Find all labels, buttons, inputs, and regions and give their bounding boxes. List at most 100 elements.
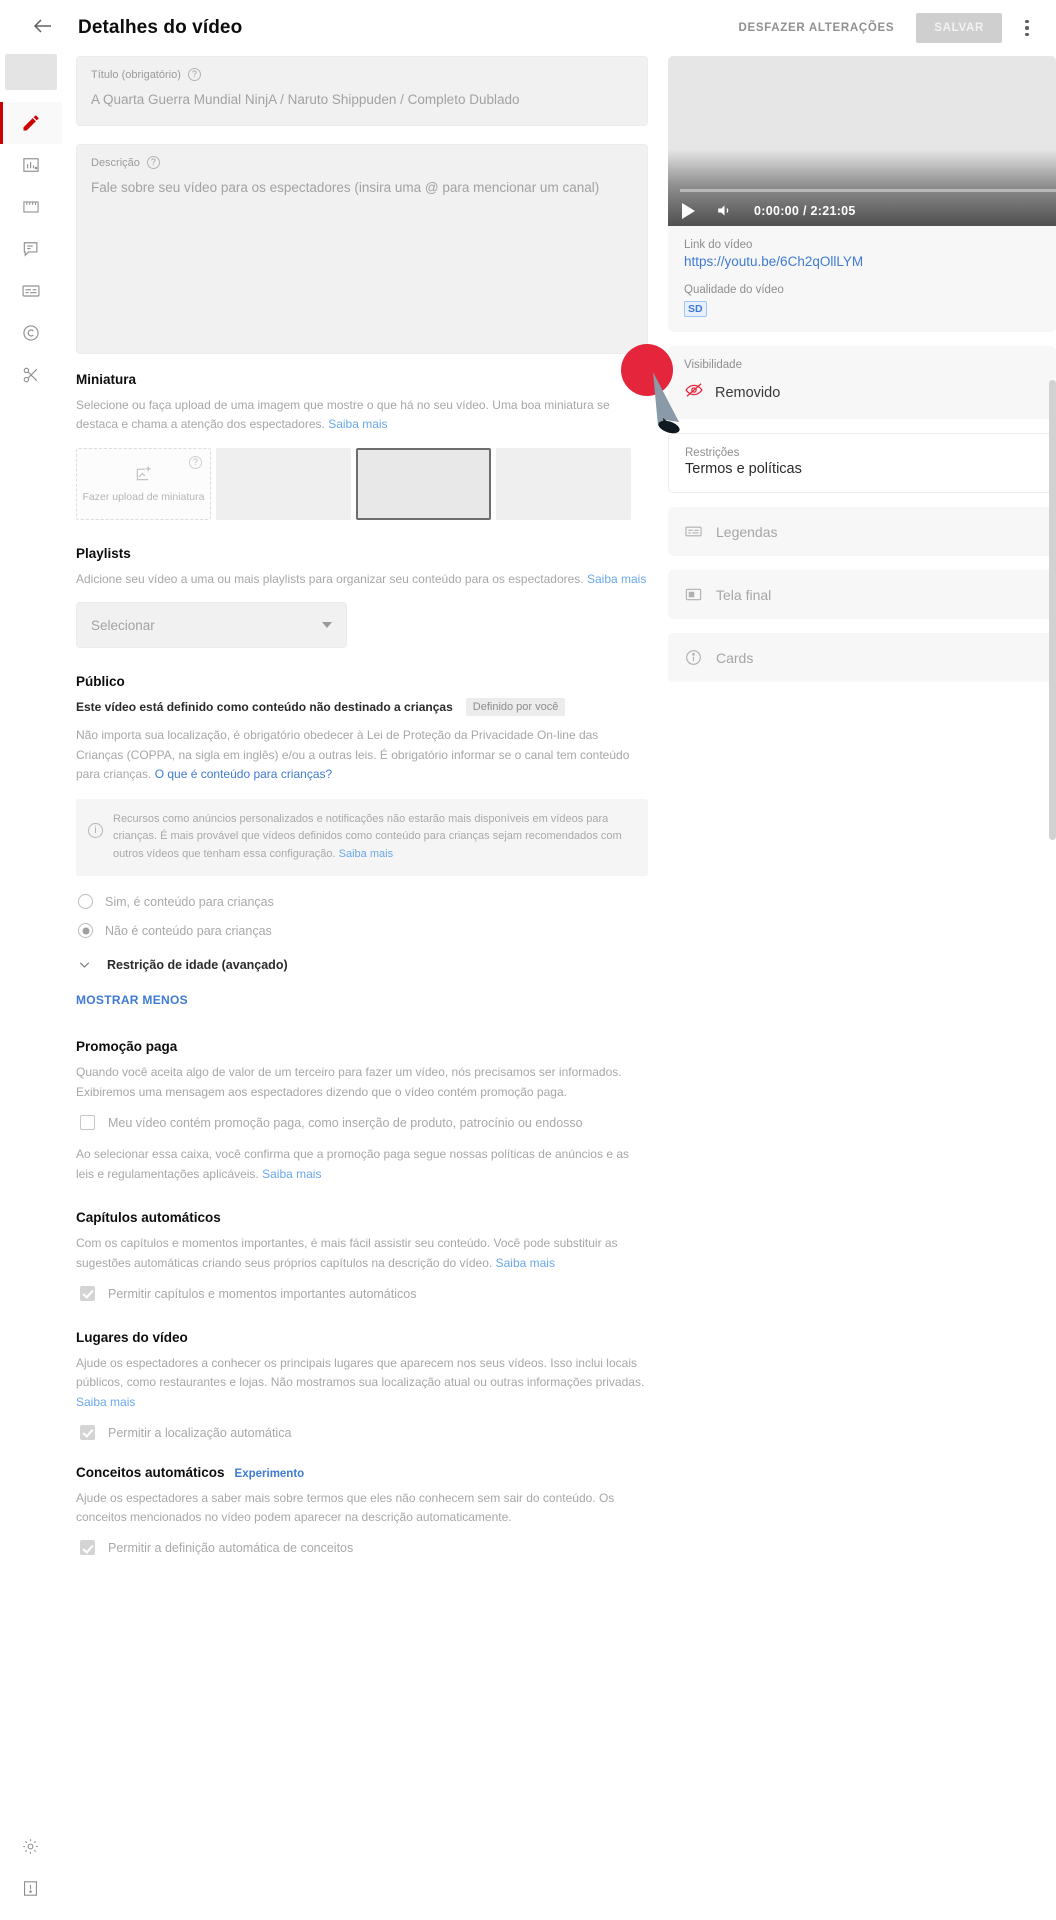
volume-icon[interactable] bbox=[715, 201, 734, 220]
visibility-value-row[interactable]: Removido bbox=[668, 380, 1056, 419]
auto-chapters-heading: Capítulos automáticos bbox=[76, 1210, 221, 1226]
player-controls: 0:00:00 / 2:21:05 bbox=[682, 201, 856, 220]
title-field[interactable]: Título (obrigatório) ? A Quarta Guerra M… bbox=[76, 56, 648, 126]
age-restriction-toggle[interactable]: Restrição de idade (avançado) bbox=[76, 956, 648, 973]
sidebar-item-comments[interactable] bbox=[0, 228, 62, 270]
visibility-label: Visibilidade bbox=[684, 359, 742, 371]
video-player[interactable]: 0:00:00 / 2:21:05 bbox=[668, 56, 1056, 226]
audience-info-link[interactable]: Saiba mais bbox=[339, 848, 393, 860]
thumbnail-option-selected[interactable] bbox=[356, 447, 491, 520]
page-header: Detalhes do vídeo DESFAZER ALTERAÇÕES SA… bbox=[33, 0, 1056, 56]
description-field[interactable]: Descrição ? Fale sobre seu vídeo para os… bbox=[76, 144, 648, 354]
sidebar-item-analytics[interactable] bbox=[0, 144, 62, 186]
side-item-end-screen-label: Tela final bbox=[716, 586, 772, 603]
checkbox-checked[interactable] bbox=[80, 1425, 95, 1440]
cards-info-icon bbox=[684, 648, 703, 667]
play-icon[interactable] bbox=[682, 202, 695, 219]
radio-kids-yes[interactable]: Sim, é conteúdo para crianças bbox=[76, 894, 648, 910]
visibility-label-wrap: Visibilidade bbox=[668, 346, 1056, 380]
sidebar-item-send-feedback[interactable] bbox=[0, 1868, 62, 1910]
restrictions-card[interactable]: Restrições Termos e políticas bbox=[668, 433, 1056, 493]
radio-button-checked[interactable] bbox=[78, 923, 93, 939]
help-icon[interactable]: ? bbox=[189, 455, 202, 469]
radio-kids-yes-label: Sim, é conteúdo para crianças bbox=[105, 894, 274, 909]
playlists-description-text: Adicione seu vídeo a uma ou mais playlis… bbox=[76, 571, 584, 586]
playlist-select-value: Selecionar bbox=[91, 617, 155, 633]
side-item-cards[interactable]: Cards bbox=[668, 633, 1056, 682]
checkbox-checked[interactable] bbox=[80, 1286, 95, 1302]
audience-info-text: Recursos como anúncios personalizados e … bbox=[113, 811, 634, 864]
sidebar-item-copyright[interactable] bbox=[0, 312, 62, 354]
arrow-left-icon bbox=[31, 14, 55, 43]
end-screen-card[interactable]: Tela final bbox=[668, 570, 1056, 619]
checkbox-checked[interactable] bbox=[80, 1540, 95, 1556]
restrictions-value: Termos e políticas bbox=[685, 461, 802, 477]
audience-status-badge: Definido por você bbox=[465, 698, 566, 717]
back-button[interactable] bbox=[30, 15, 56, 41]
upload-thumbnail-button[interactable]: ? Fazer upload de miniatura bbox=[76, 447, 211, 520]
checkbox-unchecked[interactable] bbox=[80, 1114, 95, 1130]
show-less-button[interactable]: MOSTRAR MENOS bbox=[76, 993, 648, 1007]
sidebar-item-subtitles[interactable] bbox=[0, 270, 62, 312]
auto-concepts-heading: Conceitos automáticos bbox=[76, 1464, 225, 1480]
left-sidebar bbox=[0, 0, 62, 1920]
playlists-description: Adicione seu vídeo a uma ou mais playlis… bbox=[76, 570, 648, 589]
auto-chapters-checkbox-row[interactable]: Permitir capítulos e momentos importante… bbox=[76, 1286, 648, 1304]
visibility-card[interactable]: Visibilidade Removido bbox=[668, 346, 1056, 419]
sidebar-item-details[interactable] bbox=[0, 102, 62, 144]
page-title: Detalhes do vídeo bbox=[78, 17, 243, 38]
side-item-cards-label: Cards bbox=[716, 649, 754, 666]
page-scrollbar[interactable] bbox=[1049, 380, 1056, 840]
player-progress-bar[interactable] bbox=[680, 189, 1056, 192]
auto-chapters-checkbox-label: Permitir capítulos e momentos importante… bbox=[108, 1287, 417, 1302]
thumbnail-learn-more-link[interactable]: Saiba mais bbox=[328, 417, 387, 431]
audience-legal-link[interactable]: O que é conteúdo para crianças? bbox=[155, 767, 332, 781]
help-icon[interactable]: ? bbox=[146, 156, 160, 169]
audience-info-panel: i Recursos como anúncios personalizados … bbox=[76, 798, 648, 877]
visibility-value: Removido bbox=[715, 384, 781, 401]
video-places-description-text: Ajude os espectadores a conhecer os prin… bbox=[76, 1355, 645, 1390]
paid-promotion-heading: Promoção paga bbox=[76, 1039, 178, 1055]
video-places-checkbox-row[interactable]: Permitir a localização automática bbox=[76, 1425, 648, 1443]
undo-changes-button[interactable]: DESFAZER ALTERAÇÕES bbox=[728, 14, 904, 42]
age-restriction-label: Restrição de idade (avançado) bbox=[107, 957, 288, 972]
subtitles-card[interactable]: Legendas bbox=[668, 507, 1056, 556]
sidebar-item-settings[interactable] bbox=[0, 1826, 62, 1868]
playlist-select[interactable]: Selecionar bbox=[76, 602, 347, 649]
auto-concepts-checkbox-label: Permitir a definição automática de conce… bbox=[108, 1541, 354, 1556]
paid-promotion-checkbox-row[interactable]: Meu vídeo contém promoção paga, como ins… bbox=[76, 1114, 648, 1133]
thumbnail-option[interactable] bbox=[216, 447, 351, 520]
paid-promotion-footnote-link[interactable]: Saiba mais bbox=[262, 1167, 321, 1181]
comment-icon bbox=[21, 239, 41, 259]
kebab-menu-icon[interactable] bbox=[1014, 15, 1040, 41]
thumbnail-option[interactable] bbox=[496, 447, 631, 520]
description-placeholder: Fale sobre seu vídeo para os espectadore… bbox=[91, 180, 600, 195]
auto-concepts-checkbox-row[interactable]: Permitir a definição automática de conce… bbox=[76, 1540, 648, 1558]
help-icon[interactable]: ? bbox=[187, 68, 201, 81]
radio-kids-no[interactable]: Não é conteúdo para crianças bbox=[76, 923, 648, 939]
sidebar-item-editor[interactable] bbox=[0, 186, 62, 228]
video-link-url[interactable]: https://youtu.be/6Ch2qOllLYM bbox=[684, 254, 1040, 269]
video-quality-section: Qualidade do vídeo SD bbox=[668, 284, 1056, 332]
save-button[interactable]: SALVAR bbox=[916, 13, 1002, 43]
sidebar-bottom-nav bbox=[0, 1826, 62, 1910]
playlists-learn-more-link[interactable]: Saiba mais bbox=[587, 572, 646, 586]
description-label-text: Descrição bbox=[91, 156, 140, 169]
pencil-icon bbox=[21, 113, 41, 133]
side-item-end-screen[interactable]: Tela final bbox=[668, 570, 1056, 619]
paid-promotion-footnote: Ao selecionar essa caixa, você confirma … bbox=[76, 1145, 648, 1184]
audience-heading: Público bbox=[76, 674, 125, 690]
radio-button-unchecked[interactable] bbox=[78, 894, 93, 910]
auto-concepts-heading-row: Conceitos automáticos Experimento bbox=[76, 1465, 648, 1480]
side-item-subtitles[interactable]: Legendas bbox=[668, 507, 1056, 556]
chevron-down-icon bbox=[322, 622, 332, 629]
auto-chapters-learn-more-link[interactable]: Saiba mais bbox=[496, 1256, 555, 1270]
cards-card[interactable]: Cards bbox=[668, 633, 1056, 682]
video-details-page: Detalhes do vídeo DESFAZER ALTERAÇÕES SA… bbox=[0, 0, 1056, 1920]
sidebar-video-thumbnail bbox=[4, 54, 57, 90]
subtitles-icon bbox=[684, 522, 703, 541]
sidebar-item-trim[interactable] bbox=[0, 354, 62, 396]
thumbnail-options-row: ? Fazer upload de miniatura bbox=[76, 447, 648, 520]
thumbnail-heading: Miniatura bbox=[76, 372, 137, 387]
video-places-learn-more-link[interactable]: Saiba mais bbox=[76, 1395, 135, 1409]
